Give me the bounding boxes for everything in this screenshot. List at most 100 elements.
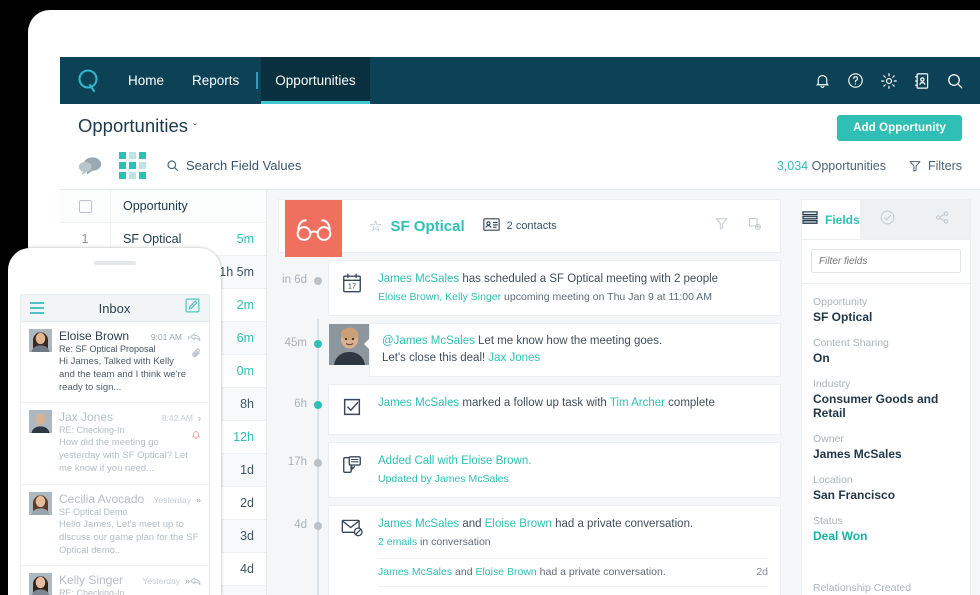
list-item[interactable]: Eloise Brown 9:01 AM › Re: SF Optical Propo… [21,322,209,404]
select-all-checkbox[interactable] [60,190,111,222]
entry-text: James McSales marked a follow up task wi… [378,395,768,412]
field-value[interactable]: SF Optical [813,310,959,324]
page-title[interactable]: Opportunities ˇ [78,115,197,137]
entry-line-2: Eloise Brown, Kelly Singer upcoming meet… [378,290,768,305]
column-header-opportunity[interactable]: Opportunity [111,199,266,213]
help-circle-icon[interactable] [847,72,864,89]
row-time: 2d [240,496,254,510]
field-label: Content Sharing [813,337,889,349]
add-note-icon[interactable] [747,216,762,236]
mail-preview: Hello James, Let's meet up to discuss ou… [59,518,199,556]
chevron-down-icon[interactable]: ˇ [193,121,197,135]
field-value[interactable]: James McSales [813,447,959,461]
list-item[interactable]: Jax Jones 8:42 AM › RE: Checking-In How did … [21,403,209,485]
mention[interactable]: @James McSales [382,335,475,347]
field-value[interactable]: On [813,351,959,365]
record-header-actions [714,216,780,236]
timeline-entry[interactable]: 45m @James McSales Let me know how the me… [267,323,780,377]
timeline-card: James McSales marked a follow up task wi… [329,385,780,435]
fields-sidebar: Fields Filter fields Opportunity SF Opti… [792,190,980,595]
tab-network[interactable] [914,200,970,239]
star-icon[interactable]: ☆ [369,217,382,235]
compose-icon[interactable] [185,298,200,318]
conversations-icon[interactable] [78,156,103,176]
paperclip-icon [192,346,201,364]
quip-q-logo[interactable] [74,66,104,96]
record-avatar[interactable] [285,200,342,257]
filter-fields-input[interactable] [811,249,961,273]
timeline-entry-age: 4d [294,518,307,531]
field-label: Status [813,515,843,527]
kelly-singer-avatar [29,573,52,595]
list-item[interactable]: James McSales and Eloise Brown had a pri… [378,557,768,586]
timeline-entry-age: 17h [287,456,307,469]
timeline-entry-age: in 6d [282,274,307,286]
nav-icon-group [814,72,964,90]
chevron-right-icon[interactable]: » [196,495,201,505]
entry-person[interactable]: Eloise Brown [475,566,536,578]
nav-link-opportunities[interactable]: Opportunities [261,57,370,104]
nav-link-reports[interactable]: Reports [178,57,253,104]
contacts-link[interactable]: 2 contacts [482,218,557,234]
timeline-dot-wrap [307,506,329,530]
timeline-dot-wrap [307,324,329,348]
inbox-mail-list[interactable]: Eloise Brown 9:01 AM › Re: SF Optical Propo… [21,322,209,595]
record-header: ☆ SF Optical 2 contacts [279,200,780,252]
record-name[interactable]: SF Optical [390,218,464,235]
tab-goals[interactable] [859,200,915,239]
mail-time: 8:42 AM [161,413,193,424]
tab-fields[interactable]: Fields [802,200,860,239]
grid-cell [129,162,136,169]
bell-icon[interactable] [814,72,831,89]
timeline-entry[interactable]: 4d James McSales and Eloise Brown had a p… [267,505,780,595]
entry-person[interactable]: James McSales [378,397,459,409]
mail-body: Cecilia Avocado Yesterday » SF Optical Demo… [59,492,201,557]
timeline-entry[interactable]: 17h Added Call with Eloise Brown. Updated … [267,443,780,497]
entry-person[interactable]: Tim Archer [610,397,665,409]
filters-button[interactable]: Filters [908,159,962,173]
timeline-scroll[interactable]: in 6d 17 James McSales has scheduled a SF … [267,261,792,595]
avatar [29,410,52,434]
entry-person[interactable]: James McSales [435,473,509,485]
nav-link-home[interactable]: Home [114,57,178,104]
entry-line-1: James McSales and Eloise Brown had a pri… [378,516,768,533]
timeline-entry[interactable]: in 6d 17 James McSales has scheduled a SF … [267,261,780,315]
entry-person[interactable]: James McSales [378,273,459,285]
list-item[interactable]: Cecilia Avocado Yesterday » SF Optical Demo… [21,485,209,567]
search-icon[interactable] [946,72,964,90]
entry-icon [341,395,367,424]
message-signer[interactable]: Jax Jones [488,352,540,364]
list-item[interactable]: Kelly SingerYesterday»RE: Checking-InWha… [21,566,209,595]
entry-subtext-link[interactable]: 2 emails [378,536,417,548]
fields-filter [802,240,970,284]
field-value[interactable]: Deal Won [813,529,959,543]
grid-view-icon[interactable] [119,152,146,179]
entry-person[interactable]: Added Call with [378,455,461,467]
entry-person[interactable]: Eloise Brown [485,518,552,530]
entry-person[interactable]: Eloise Brown. [461,455,531,467]
avatar [29,329,52,352]
timeline-entry-age: 45m [284,336,307,349]
entry-text: James McSales and Eloise Brown had a pri… [378,516,768,595]
add-opportunity-button[interactable]: Add Opportunity [837,115,962,141]
timeline-entry[interactable]: 6h James McSales marked a follow up task … [267,385,780,435]
filter-icon[interactable] [714,216,729,236]
field-value[interactable]: Consumer Goods and Retail [813,392,959,420]
row-time: 5m [236,232,254,246]
contact-card-icon[interactable] [914,72,930,90]
entry-person[interactable]: James McSales [378,518,459,530]
entry-subtext-link[interactable]: Eloise Brown, Kelly Singer [378,291,501,303]
phone-device-frame: Inbox Eloise Brown 9:01 AM › Re: SF Optical… [8,248,221,595]
gear-icon[interactable] [880,72,898,90]
row-time: 1d [240,463,254,477]
field-value[interactable]: San Francisco [813,488,959,502]
entry-subtext-link[interactable]: Updated by [378,473,435,485]
list-item[interactable]: James McSales and Eloise Brown had a pri… [378,586,768,595]
chevron-right-icon[interactable]: › [198,413,201,423]
reply-icon [190,573,201,595]
entry-person[interactable]: James McSales [378,566,452,578]
fields-tab-strip: Fields [802,200,970,240]
search-field-values[interactable]: Search Field Values [166,158,301,173]
hamburger-icon[interactable] [30,301,44,315]
search-input[interactable]: Search Field Values [186,158,301,173]
